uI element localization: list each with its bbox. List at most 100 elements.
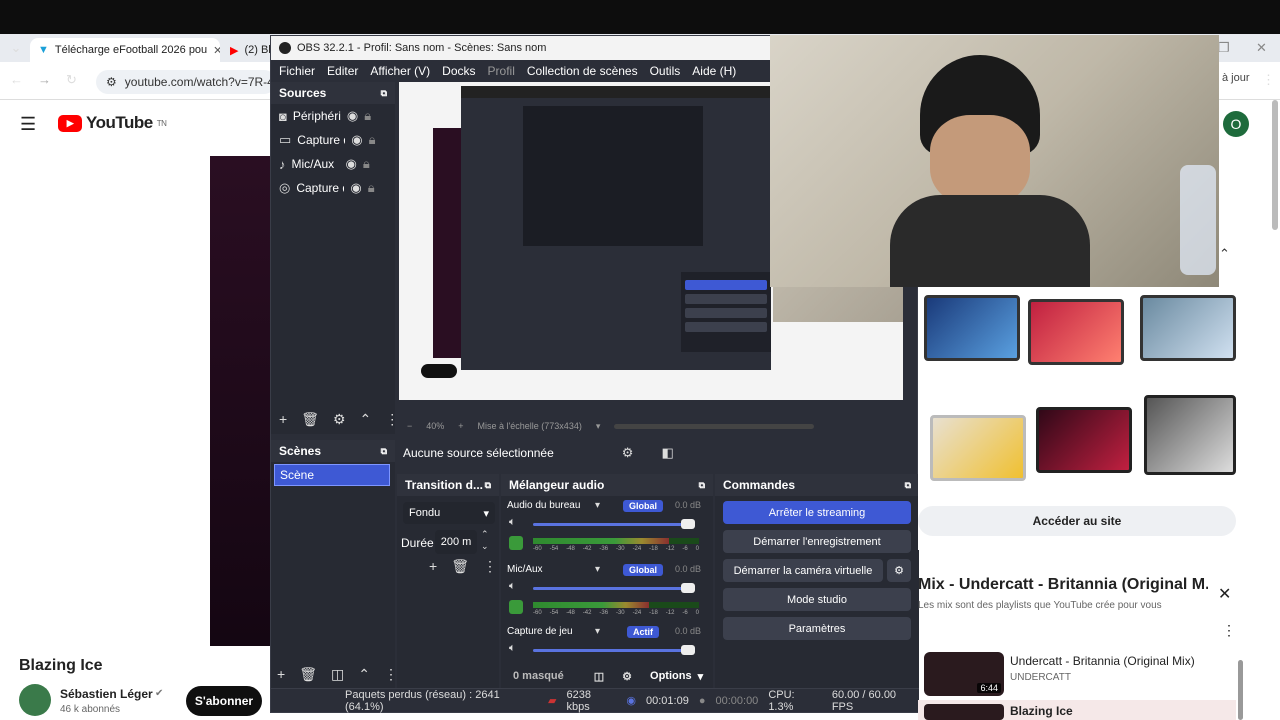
filters-icon[interactable]: ◧: [661, 445, 673, 461]
eye-icon[interactable]: ◉: [347, 108, 358, 124]
more-icon[interactable]: ⋮: [1262, 72, 1275, 88]
site-info-icon[interactable]: ⚙: [106, 75, 117, 89]
ad-cta-button[interactable]: Accéder au site: [918, 506, 1236, 536]
add-icon[interactable]: +: [277, 666, 285, 682]
virtual-camera-button[interactable]: Démarrer la caméra virtuelle: [723, 559, 883, 582]
menu-editer[interactable]: Editer: [327, 64, 358, 78]
volume-slider[interactable]: [533, 583, 695, 593]
menu-fichier[interactable]: Fichier: [279, 64, 315, 78]
tab-menu-icon[interactable]: ⌄: [8, 40, 24, 56]
menu-profil[interactable]: Profil: [488, 64, 515, 78]
options-button[interactable]: Options: [650, 670, 692, 682]
volume-icon[interactable]: 🔈︎: [509, 580, 516, 593]
update-label[interactable]: à jour: [1222, 72, 1250, 84]
menu-afficher[interactable]: Afficher (V): [370, 64, 430, 78]
channel-tag[interactable]: Global: [623, 564, 664, 576]
trash-icon[interactable]: 🗑︎: [451, 558, 469, 575]
channel-name[interactable]: Sébastien Léger: [60, 687, 153, 701]
source-settings-icon[interactable]: ⚙: [622, 445, 634, 461]
scene-item[interactable]: Scène: [274, 464, 390, 486]
forward-icon[interactable]: →: [38, 72, 51, 87]
account-avatar[interactable]: O: [1223, 111, 1249, 137]
preview-scrollbar[interactable]: [614, 423, 815, 429]
tab-efootball[interactable]: ▼ Télécharge eFootball 2026 pou ✕: [30, 38, 220, 62]
volume-icon[interactable]: 🔈︎: [509, 516, 516, 529]
tab-youtube[interactable]: ▶ (2) Bl: [222, 38, 272, 62]
virtual-camera-settings-icon[interactable]: ⚙: [887, 559, 911, 582]
settings-button[interactable]: Paramètres: [723, 617, 911, 640]
volume-slider[interactable]: [533, 645, 695, 655]
channel-menu-icon[interactable]: ▾: [595, 564, 600, 575]
undock-icon[interactable]: ⧉: [905, 480, 911, 491]
zoom-out-icon[interactable]: −: [407, 421, 412, 431]
lock-icon[interactable]: 🔒︎: [368, 180, 375, 196]
menu-docks[interactable]: Docks: [442, 64, 475, 78]
source-item[interactable]: ◎ Capture d ◉ 🔒︎: [271, 176, 395, 200]
add-icon[interactable]: +: [279, 411, 287, 427]
scale-label[interactable]: Mise à l'échelle (773x434): [478, 421, 582, 431]
menu-collection[interactable]: Collection de scènes: [527, 64, 638, 78]
duration-input[interactable]: 200 m: [435, 530, 477, 554]
hamburger-menu-icon[interactable]: ☰: [20, 114, 36, 135]
restore-icon[interactable]: ❐: [1218, 40, 1230, 56]
up-icon[interactable]: ⌃: [360, 411, 372, 428]
trash-icon[interactable]: 🗑︎: [301, 411, 319, 428]
channel-menu-icon[interactable]: ▾: [595, 500, 600, 511]
layout-icon[interactable]: ◫: [594, 670, 604, 683]
zoom-in-icon[interactable]: +: [458, 421, 463, 431]
back-icon[interactable]: ←: [10, 72, 23, 87]
more-icon[interactable]: ⋮: [385, 411, 399, 428]
undock-icon[interactable]: ⧉: [381, 446, 387, 457]
volume-icon[interactable]: 🔈︎: [509, 642, 516, 655]
close-icon[interactable]: ✕: [1218, 584, 1231, 604]
reload-icon[interactable]: ↻: [66, 72, 77, 88]
scale-dropdown-icon[interactable]: ▾: [596, 421, 601, 432]
eye-icon[interactable]: ◉: [346, 156, 357, 172]
duration-stepper[interactable]: ⌃ ⌄: [481, 528, 489, 552]
source-item[interactable]: ◙ Périphéric ◉🔒︎: [271, 104, 395, 128]
channel-avatar[interactable]: [19, 684, 51, 716]
source-item[interactable]: ▭ Capture d ◉ 🔒︎: [271, 128, 395, 152]
channel-tag[interactable]: Global: [623, 500, 664, 512]
advanced-audio-icon[interactable]: ⚙: [622, 670, 632, 683]
start-recording-button[interactable]: Démarrer l'enregistrement: [723, 530, 911, 553]
video-player[interactable]: [210, 156, 270, 646]
transition-select[interactable]: Fondu ▾: [403, 502, 495, 524]
add-icon[interactable]: +: [429, 558, 437, 575]
undock-icon[interactable]: ⧉: [381, 88, 387, 99]
subscribe-button[interactable]: S'abonner: [186, 686, 262, 716]
close-tab-icon[interactable]: ✕: [213, 44, 220, 57]
settings-icon[interactable]: ⚙: [333, 411, 346, 428]
eye-icon[interactable]: ◉: [350, 180, 361, 196]
undock-icon[interactable]: ⧉: [699, 480, 705, 491]
monitor-headphones-icon[interactable]: [509, 536, 523, 550]
undock-icon[interactable]: ⧉: [485, 480, 491, 491]
page-scrollbar[interactable]: [1272, 100, 1278, 230]
menu-outils[interactable]: Outils: [650, 64, 681, 78]
more-icon[interactable]: ⋮: [483, 558, 497, 575]
playlist-row-active[interactable]: Blazing Ice: [918, 700, 1236, 720]
studio-mode-button[interactable]: Mode studio: [723, 588, 911, 611]
volume-slider[interactable]: [533, 519, 695, 529]
more-icon[interactable]: ⋮: [384, 666, 398, 683]
up-icon[interactable]: ⌃: [358, 666, 370, 683]
lock-icon[interactable]: 🔒︎: [363, 156, 370, 172]
lock-icon[interactable]: 🔒︎: [369, 132, 376, 148]
trash-icon[interactable]: 🗑︎: [299, 666, 317, 683]
stop-streaming-button[interactable]: Arrêter le streaming: [723, 501, 911, 524]
filter-icon[interactable]: ◫: [331, 666, 344, 683]
collapse-chevron-icon[interactable]: ⌃: [1219, 246, 1230, 262]
url-field[interactable]: ⚙ youtube.com/watch?v=7R-4k: [96, 70, 276, 94]
monitor-headphones-icon[interactable]: [509, 600, 523, 614]
close-window-icon[interactable]: ✕: [1256, 40, 1267, 56]
youtube-logo[interactable]: ▶ YouTube TN: [58, 113, 167, 133]
channel-tag[interactable]: Actif: [627, 626, 659, 638]
more-icon[interactable]: ⋮: [1222, 622, 1236, 639]
playlist-thumbnail[interactable]: 6:44: [924, 652, 1004, 696]
options-dropdown-icon[interactable]: ▾: [698, 670, 704, 683]
source-item[interactable]: ♪ Mic/Aux ◉ 🔒︎: [271, 152, 395, 176]
lock-icon[interactable]: 🔒︎: [364, 108, 371, 124]
menu-aide[interactable]: Aide (H): [692, 64, 736, 78]
channel-menu-icon[interactable]: ▾: [595, 626, 600, 637]
playlist-scrollbar[interactable]: [1238, 660, 1243, 720]
